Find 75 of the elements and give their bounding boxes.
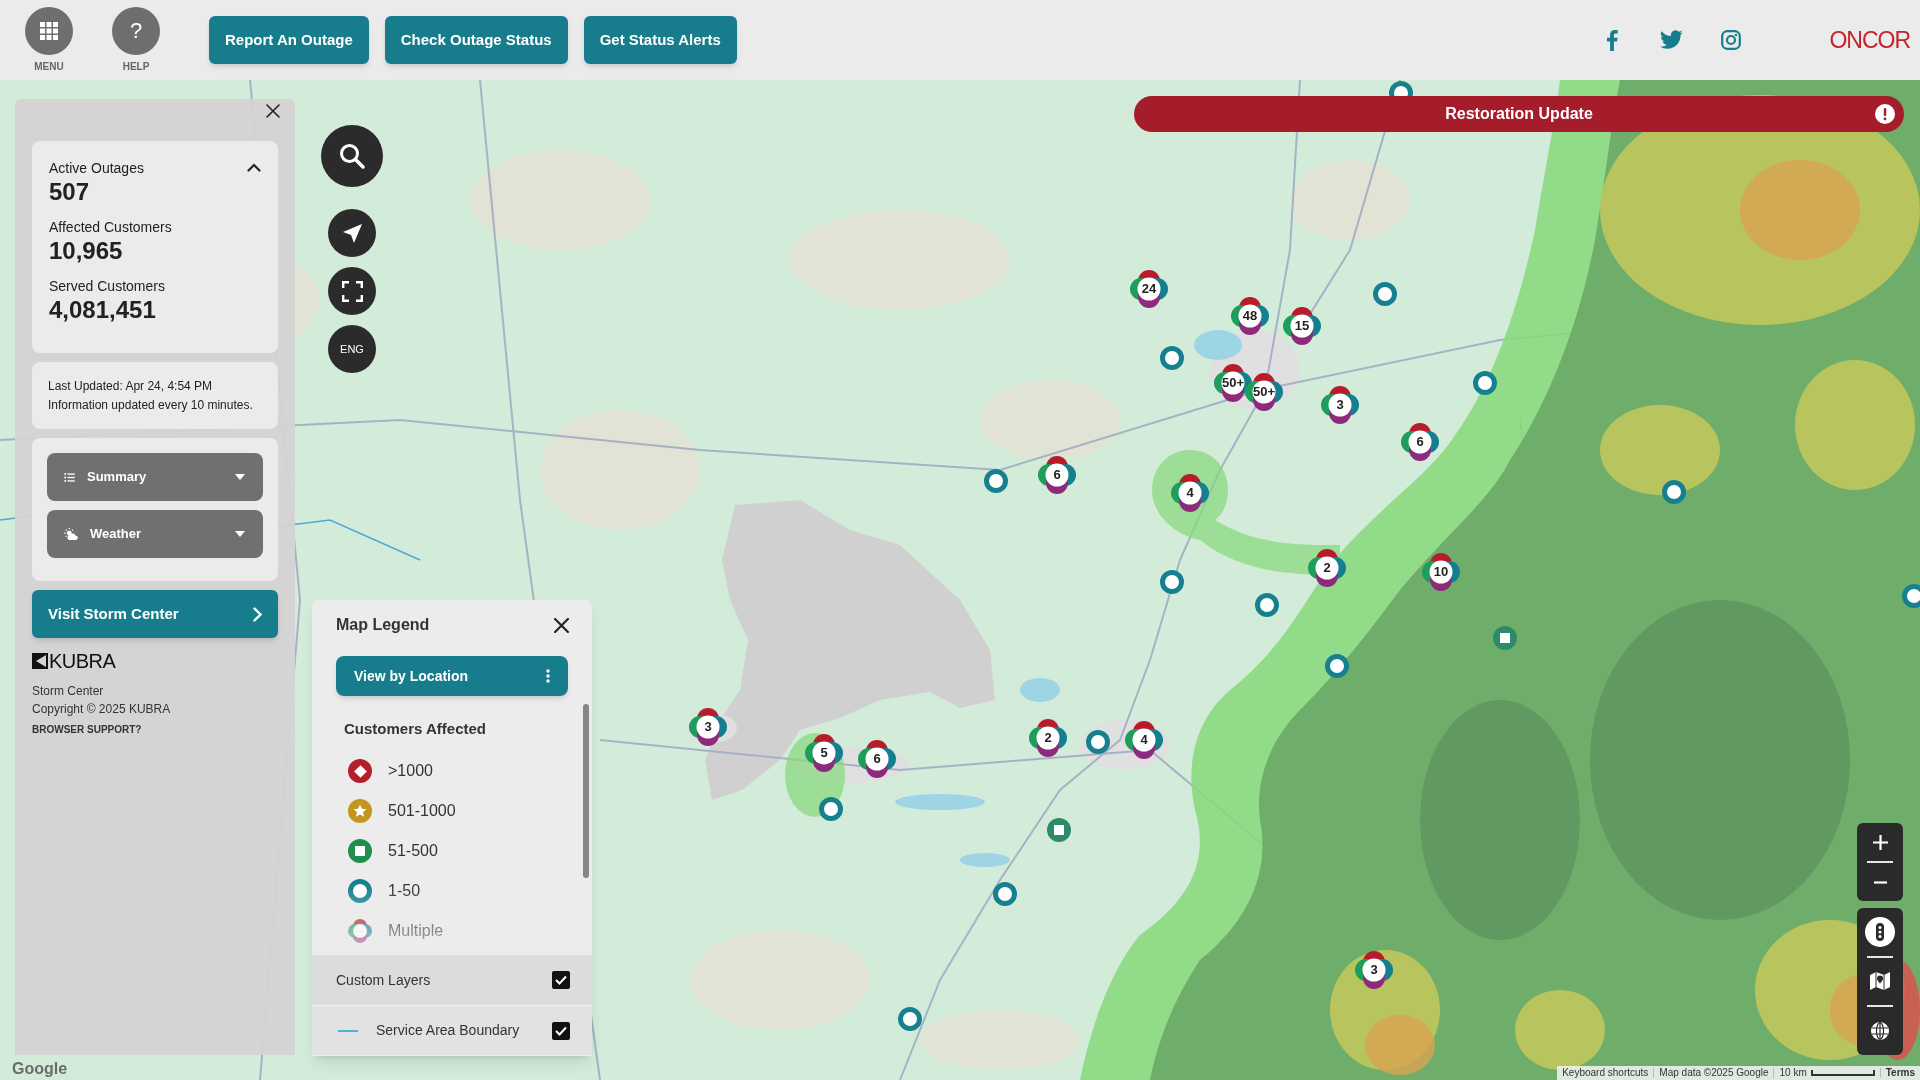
checkmark-icon [555,1025,567,1036]
checkbox[interactable] [552,1021,570,1040]
lake [960,853,1010,867]
scrollbar-thumb[interactable] [583,704,589,878]
search-icon [339,143,365,169]
menu-button[interactable] [25,7,73,55]
update-note: Information updated every 10 minutes. [48,396,253,414]
map-data-text: Map data ©2025 Google [1653,1068,1774,1078]
map-icon [1870,972,1890,991]
list-icon [64,472,75,482]
navigation-arrow-icon [342,223,362,243]
caret-down-icon [235,531,245,537]
layer-label: Custom Layers [336,970,431,990]
legend-label: >1000 [388,761,433,781]
fullscreen-icon [341,280,363,302]
legend-label: 501-1000 [388,801,456,821]
stat-label: Served Customers [49,277,165,295]
lake [1020,678,1060,702]
brand-name: KUBRA [49,651,116,671]
twitter-icon[interactable] [1660,30,1684,50]
action-button[interactable]: Check Outage Status [384,16,568,64]
scale-bar [1810,1070,1875,1076]
legend-label: Multiple [388,921,444,941]
terms-link[interactable]: Terms [1879,1068,1920,1078]
last-updated-text: Last Updated: Apr 24, 4:54 PM [48,377,213,395]
section-title: Customers Affected [344,719,486,739]
action-button[interactable]: Report An Outage [209,16,369,64]
instagram-icon[interactable] [1721,30,1742,50]
boundary-line-icon [338,1029,358,1032]
minus-icon [1873,880,1887,884]
stat-label: Active Outages [49,159,144,177]
checkbox[interactable] [552,971,570,989]
brand-logo: ONCOR [1829,28,1910,52]
close-button[interactable] [263,101,283,121]
legend-title: Map Legend [336,615,430,635]
close-icon [553,617,569,633]
weather-icon [64,528,78,540]
logo-mark-icon [32,653,48,669]
view-by-location-button[interactable]: View by Location [336,656,568,696]
browser-support-link[interactable]: BROWSER SUPPORT? [32,722,142,737]
facebook-icon[interactable] [1606,29,1619,51]
lake [1194,330,1242,360]
copyright-text: Copyright © 2025 KUBRA [32,701,171,718]
kebab-icon [546,669,550,683]
close-button[interactable] [552,616,570,634]
map-provider-logo: Google [12,1061,68,1077]
stat-label: Affected Customers [49,218,172,236]
stat-value: 10,965 [49,236,123,266]
storm-center-button[interactable]: Visit Storm Center [32,590,278,638]
alert-icon [1875,104,1895,124]
stat-value: 4,081,451 [49,295,156,325]
help-button[interactable]: ? [112,7,160,55]
checkmark-icon [555,975,567,985]
legend-label: 51-500 [388,841,438,861]
globe-icon [1871,1022,1889,1041]
legend-label: 1-50 [388,881,421,901]
restoration-update-banner[interactable]: Restoration Update [1134,96,1904,132]
stat-value: 507 [49,177,90,207]
cluster-marker-icon [348,919,372,943]
layer-label: Service Area Boundary [376,1021,520,1040]
scale-label: 10 km [1779,1068,1807,1078]
dropdown-button[interactable]: Summary [47,453,263,501]
grid-icon [40,22,58,40]
chevron-right-icon [253,606,262,622]
dropdown-button[interactable]: Weather [47,510,263,558]
close-icon [266,104,280,118]
product-name: Storm Center [32,683,104,700]
storm-cell [1365,1015,1435,1075]
menu-label: MENU [34,62,64,72]
keyboard-shortcuts-link[interactable]: Keyboard shortcuts [1557,1068,1654,1078]
traffic-light-icon [1865,916,1895,947]
help-label: HELP [122,62,150,72]
action-button[interactable]: Get Status Alerts [583,16,737,64]
caret-down-icon [235,474,245,480]
plus-icon [1872,834,1888,850]
